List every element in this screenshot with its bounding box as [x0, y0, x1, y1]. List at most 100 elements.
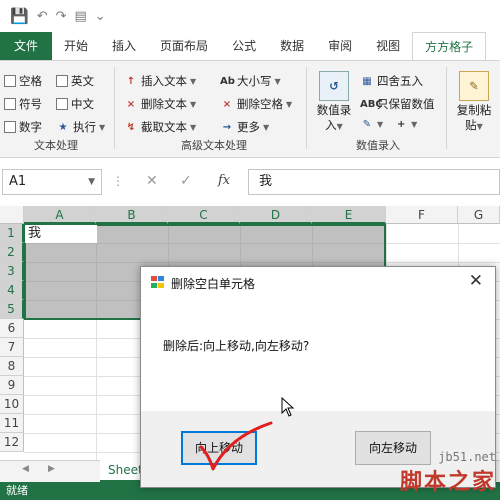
insert-text-button[interactable]: ↑ 插入文本 ▼	[124, 73, 196, 89]
row-header[interactable]: 9	[0, 376, 24, 395]
formula-input[interactable]: 我	[248, 169, 500, 195]
round-icon: ▦	[362, 75, 372, 87]
dialog-title: 删除空白单元格	[171, 277, 256, 291]
group-text-processing: 空格 英文 符号 中文 数字 ★ 执行 ▼ 文本处理	[0, 65, 112, 157]
chevron-down-icon: ▼	[99, 122, 106, 132]
checkbox-symbol[interactable]: 符号	[4, 96, 42, 112]
active-cell-a1[interactable]: 我	[25, 225, 97, 243]
edit-tools-button[interactable]: ✎ ▼ + ▼	[360, 119, 418, 130]
case-button[interactable]: Ab 大小写 ▼	[220, 73, 281, 89]
column-header[interactable]: G	[458, 206, 500, 224]
name-box[interactable]: A1 ▼	[2, 169, 102, 195]
row-header[interactable]: 10	[0, 395, 24, 414]
group-divider	[114, 67, 115, 149]
clipboard-icon: ✎	[459, 71, 489, 101]
checkbox-icon	[4, 121, 16, 133]
round-button[interactable]: ▦ 四舍五入	[360, 73, 423, 89]
chevron-down-icon: ▼	[190, 76, 197, 86]
group-divider	[446, 67, 447, 149]
checkbox-icon	[56, 75, 68, 87]
checkbox-chinese[interactable]: 中文	[56, 96, 94, 112]
case-icon: Ab	[220, 75, 235, 87]
column-header[interactable]: E	[312, 206, 386, 224]
tab-file[interactable]: 文件	[0, 32, 53, 60]
confirm-icon[interactable]: ✓	[180, 173, 192, 189]
tab-fangfanggezi[interactable]: 方方格子	[412, 32, 487, 60]
row-header[interactable]: 6	[0, 319, 24, 338]
ribbon: 空格 英文 符号 中文 数字 ★ 执行 ▼ 文本处理 ↑ 插入文本 ▼ Ab 大小写 ▼ ×…	[0, 60, 500, 158]
group-label-number: 数值录入	[356, 139, 400, 152]
dialog-message: 删除后:向上移动,向左移动?	[163, 339, 310, 353]
tab-formulas[interactable]: 公式	[220, 32, 268, 60]
row-header[interactable]: 12	[0, 433, 24, 452]
checkbox-english[interactable]: 英文	[56, 73, 94, 89]
checkbox-icon	[4, 75, 16, 87]
row-header[interactable]: 8	[0, 357, 24, 376]
row-header[interactable]: 2	[0, 243, 24, 262]
chevron-down-icon: ▼	[411, 120, 418, 129]
select-all-corner[interactable]	[0, 206, 24, 224]
tab-home[interactable]: 开始	[52, 32, 100, 60]
mouse-cursor-icon	[281, 397, 295, 417]
undo-icon[interactable]: ↶	[37, 9, 48, 24]
scroll-right-icon[interactable]: ▶	[48, 464, 55, 474]
row-header[interactable]: 1	[0, 224, 24, 243]
red-checkmark-annotation	[199, 421, 273, 471]
tab-page-layout[interactable]: 页面布局	[148, 32, 220, 60]
row-header[interactable]: 4	[0, 281, 24, 300]
column-header[interactable]: B	[96, 206, 168, 224]
group-number-entry: ↺ 数值录 入▼ ▦ 四舍五入 ABC 只保留数值 ✎ ▼ + ▼ 数值录入	[308, 65, 448, 157]
row-header[interactable]: 7	[0, 338, 24, 357]
column-header[interactable]: D	[240, 206, 312, 224]
column-header[interactable]: C	[168, 206, 240, 224]
checkbox-space[interactable]: 空格	[4, 73, 42, 89]
tab-view[interactable]: 视图	[364, 32, 412, 60]
arrow-right-icon: →	[222, 121, 232, 133]
watermark-logo: 脚本之家	[399, 470, 496, 495]
save-icon[interactable]: 💾	[10, 7, 29, 25]
ribbon-tabs: 文件 开始 插入 页面布局 公式 数据 审阅 视图 方方格子	[0, 32, 500, 60]
chevron-down-icon: ▼	[190, 99, 197, 109]
insert-text-icon: ↑	[126, 75, 136, 87]
keep-values-button[interactable]: ABC 只保留数值	[360, 96, 435, 112]
column-header[interactable]: F	[386, 206, 458, 224]
quick-access-toolbar: 💾 ↶ ↷ ▤ ⌄	[0, 0, 500, 32]
watermark-url: jb51.net	[438, 450, 496, 464]
watermark: jb51.net 脚本之家	[400, 450, 496, 496]
delete-text-icon: ×	[126, 98, 136, 110]
insert-function-icon[interactable]: fx	[218, 173, 230, 188]
customize-qat-icon[interactable]: ⌄	[95, 9, 106, 24]
row-header[interactable]: 5	[0, 300, 24, 319]
row-header[interactable]: 3	[0, 262, 24, 281]
execute-button[interactable]: ★ 执行 ▼	[56, 119, 106, 135]
cancel-icon[interactable]: ✕	[146, 173, 158, 189]
delete-space-button[interactable]: × 删除空格 ▼	[220, 96, 292, 112]
extract-text-button[interactable]: ↯ 截取文本 ▼	[124, 119, 196, 135]
chevron-down-icon: ▼	[274, 76, 281, 86]
row-header[interactable]: 11	[0, 414, 24, 433]
tab-data[interactable]: 数据	[268, 32, 316, 60]
number-entry-icon: ↺	[319, 71, 349, 101]
redo-icon[interactable]: ↷	[56, 9, 67, 24]
form-icon[interactable]: ▤	[75, 9, 87, 24]
tab-insert[interactable]: 插入	[100, 32, 148, 60]
chevron-down-icon: ▼	[476, 122, 483, 131]
tab-review[interactable]: 审阅	[316, 32, 364, 60]
app-icon	[151, 276, 164, 288]
close-icon[interactable]: ✕	[469, 271, 483, 291]
checkbox-number[interactable]: 数字	[4, 119, 42, 135]
delete-text-button[interactable]: × 删除文本 ▼	[124, 96, 196, 112]
group-label-text: 文本处理	[34, 139, 78, 152]
chevron-down-icon: ▼	[286, 99, 293, 109]
column-header[interactable]: A	[24, 206, 96, 224]
more-button[interactable]: → 更多 ▼	[220, 119, 269, 135]
group-advanced-text: ↑ 插入文本 ▼ Ab 大小写 ▼ × 删除文本 ▼ × 删除空格 ▼ ↯ 截取文本 ▼ → 更多 ▼ …	[116, 65, 312, 157]
copy-paste-button[interactable]: ✎ 复制粘 贴▼	[452, 71, 496, 134]
plus-icon: +	[396, 119, 406, 130]
formula-bar: A1 ▼ ⋮ ✕ ✓ fx 我	[0, 168, 500, 196]
checkbox-icon	[4, 98, 16, 110]
chevron-down-icon: ▼	[377, 120, 384, 129]
chevron-down-icon[interactable]: ▼	[88, 170, 95, 194]
scroll-left-icon[interactable]: ◀	[22, 464, 29, 474]
number-entry-button[interactable]: ↺ 数值录 入▼	[314, 71, 354, 134]
